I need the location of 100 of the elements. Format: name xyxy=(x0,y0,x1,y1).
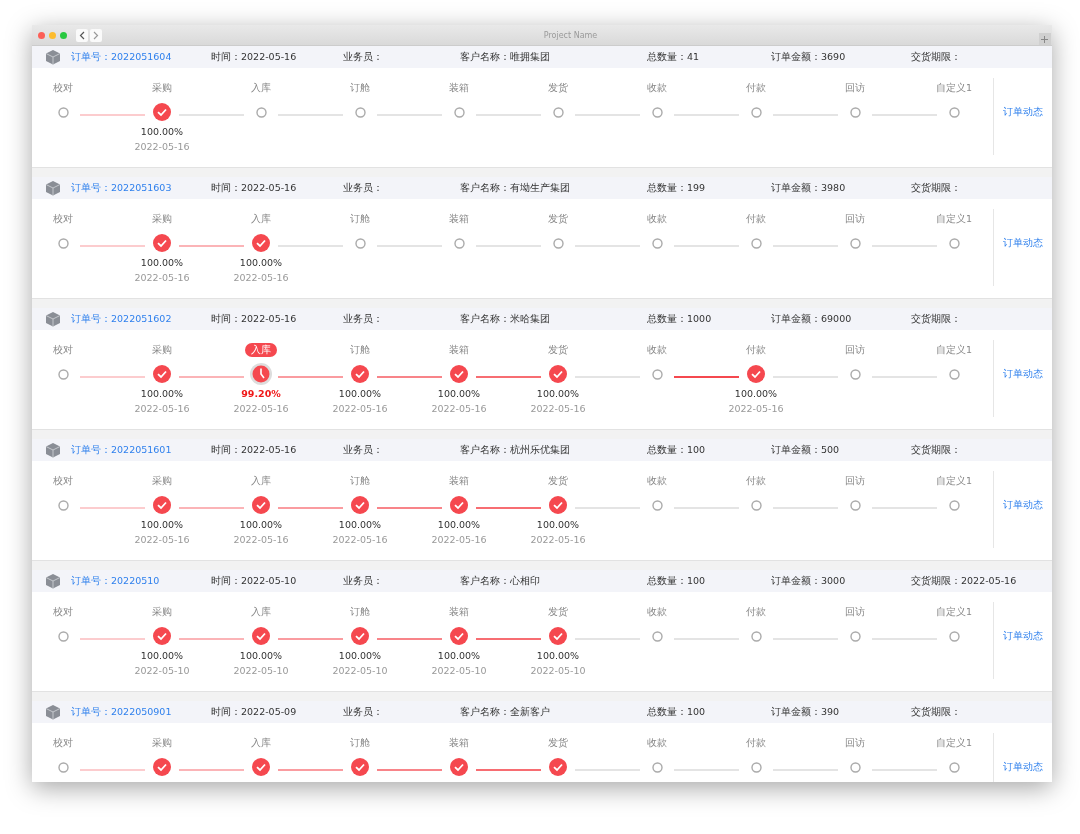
step-label: 校对 xyxy=(53,81,73,95)
order-customer: 客户名称：有坳生产集团 xyxy=(460,181,571,195)
step-percent: 100.00% xyxy=(536,519,580,530)
order-number-link[interactable]: 订单号：2022051601 xyxy=(71,443,211,457)
step-date: 2022-05-16 xyxy=(530,534,586,545)
step-tooltip: 入库 xyxy=(245,343,277,357)
step-label: 收款 xyxy=(647,736,667,750)
step-label: 收款 xyxy=(647,212,667,226)
box-icon xyxy=(46,573,60,589)
step-label: 入库 xyxy=(251,474,271,488)
step-label: 回访 xyxy=(845,212,865,226)
minimize-button[interactable] xyxy=(49,31,56,39)
step-percent: 99.20% xyxy=(241,388,281,399)
order-activity-link[interactable]: 订单动态 xyxy=(1003,368,1043,381)
step-label: 采购 xyxy=(152,605,172,619)
step-date: 2022-05-16 xyxy=(530,403,586,414)
step-label: 自定义1 xyxy=(935,81,972,95)
step-date: 2022-05-16 xyxy=(332,534,388,545)
step-label: 收款 xyxy=(647,81,667,95)
order-amount: 订单金额：390 xyxy=(771,705,841,719)
order-amount: 订单金额：3000 xyxy=(771,574,847,588)
window-title: Project Name xyxy=(543,30,598,40)
zoom-button[interactable] xyxy=(60,31,67,39)
order-deadline: 交货期限： xyxy=(911,705,962,719)
step-date: 2022-05-16 xyxy=(134,534,190,545)
step-label: 自定义1 xyxy=(935,212,972,226)
order-deadline: 交货期限： xyxy=(911,443,962,457)
step-percent: 100.00% xyxy=(536,388,580,399)
order-time: 时间：2022-05-16 xyxy=(211,443,298,457)
order-deadline: 交货期限：2022-05-16 xyxy=(911,574,1018,588)
order-activity-link[interactable]: 订单动态 xyxy=(1003,630,1043,643)
step-label: 订舱 xyxy=(350,343,370,357)
order-quantity: 总数量：100 xyxy=(647,705,707,719)
step-percent: 100.00% xyxy=(338,519,382,530)
step-label: 付款 xyxy=(746,81,766,95)
order-number-link[interactable]: 订单号：2022051602 xyxy=(71,312,211,326)
order-salesperson: 业务员： xyxy=(343,705,384,719)
step-percent: 100.00% xyxy=(338,388,382,399)
order-customer: 客户名称：全新客户 xyxy=(460,705,551,719)
step-label: 入库 xyxy=(251,605,271,619)
step-label: 校对 xyxy=(53,605,73,619)
forward-icon xyxy=(93,30,99,40)
order-quantity: 总数量：100 xyxy=(647,574,707,588)
step-label: 付款 xyxy=(746,212,766,226)
step-date: 2022-05-10 xyxy=(332,665,388,676)
order-activity-link[interactable]: 订单动态 xyxy=(1003,499,1043,512)
step-date: 2022-05-10 xyxy=(134,665,190,676)
step-label: 回访 xyxy=(845,81,865,95)
order-number-link[interactable]: 订单号：2022051604 xyxy=(71,50,211,64)
step-label: 装箱 xyxy=(449,605,469,619)
step-label: 自定义1 xyxy=(935,736,972,750)
order-number-link[interactable]: 订单号：20220510 xyxy=(71,574,211,588)
step-label: 发货 xyxy=(548,605,568,619)
new-tab-button[interactable] xyxy=(1039,33,1051,45)
step-label: 装箱 xyxy=(449,81,469,95)
step-label: 付款 xyxy=(746,736,766,750)
step-label: 装箱 xyxy=(449,212,469,226)
step-percent: 100.00% xyxy=(239,650,283,661)
step-label: 收款 xyxy=(647,474,667,488)
close-button[interactable] xyxy=(38,31,45,39)
step-date: 2022-05-16 xyxy=(134,403,190,414)
order-number-link[interactable]: 订单号：2022051603 xyxy=(71,181,211,195)
step-label: 订舱 xyxy=(350,605,370,619)
step-label: 订舱 xyxy=(350,736,370,750)
step-label: 付款 xyxy=(746,474,766,488)
order-quantity: 总数量：100 xyxy=(647,443,707,457)
step-date: 2022-05-16 xyxy=(233,403,289,414)
step-date: 2022-05-16 xyxy=(332,403,388,414)
step-label: 采购 xyxy=(152,81,172,95)
step-label: 回访 xyxy=(845,343,865,357)
step-label: 自定义1 xyxy=(935,474,972,488)
back-icon xyxy=(79,30,85,40)
step-label: 采购 xyxy=(152,736,172,750)
step-label: 校对 xyxy=(53,212,73,226)
step-percent: 100.00% xyxy=(140,519,184,530)
step-date: 2022-05-16 xyxy=(134,272,190,283)
step-label: 回访 xyxy=(845,605,865,619)
order-customer: 客户名称：米哈集团 xyxy=(460,312,551,326)
order-time: 时间：2022-05-16 xyxy=(211,181,298,195)
order-number-link[interactable]: 订单号：2022050901 xyxy=(71,705,211,719)
step-date: 2022-05-16 xyxy=(233,272,289,283)
step-label: 订舱 xyxy=(350,81,370,95)
order-activity-link[interactable]: 订单动态 xyxy=(1003,106,1043,119)
back-button[interactable] xyxy=(76,28,88,42)
step-label: 入库 xyxy=(251,81,271,95)
step-date: 2022-05-16 xyxy=(431,534,487,545)
order-amount: 订单金额：69000 xyxy=(771,312,853,326)
box-icon xyxy=(46,311,60,327)
box-icon xyxy=(46,442,60,458)
step-date: 2022-05-16 xyxy=(728,403,784,414)
step-label: 订舱 xyxy=(350,212,370,226)
step-label: 付款 xyxy=(746,605,766,619)
box-icon xyxy=(46,180,60,196)
step-label: 校对 xyxy=(53,474,73,488)
order-quantity: 总数量：41 xyxy=(647,50,701,64)
step-label: 校对 xyxy=(53,343,73,357)
order-activity-link[interactable]: 订单动态 xyxy=(1003,761,1043,774)
order-activity-link[interactable]: 订单动态 xyxy=(1003,237,1043,250)
order-amount: 订单金额：500 xyxy=(771,443,841,457)
step-label: 发货 xyxy=(548,81,568,95)
